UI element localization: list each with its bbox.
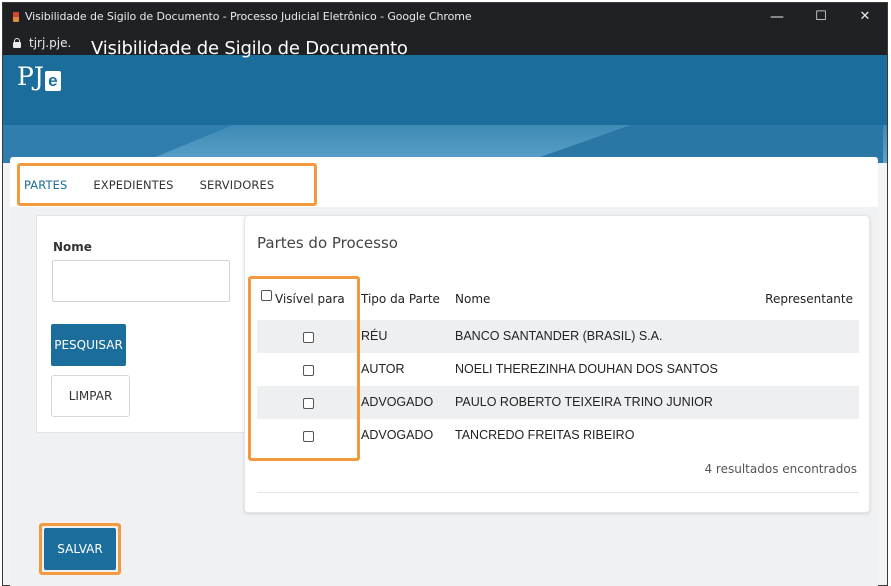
- app-header: PJ e: [3, 55, 887, 125]
- window-title: Visibilidade de Sigilo de Documento - Pr…: [25, 10, 472, 23]
- logo-e-text: e: [44, 71, 61, 91]
- lock-icon: [13, 37, 21, 48]
- visibility-column-highlight-box: [248, 276, 360, 461]
- browser-titlebar: Visibilidade de Sigilo de Documento - Pr…: [3, 3, 887, 30]
- name-label: Nome: [53, 240, 92, 254]
- column-header-representative: Representante: [765, 292, 853, 306]
- pje-logo: PJ e: [17, 62, 61, 96]
- url-text: tjrj.pje.: [29, 35, 72, 50]
- results-count: 4 resultados encontrados: [704, 462, 857, 476]
- maximize-button[interactable]: ☐: [799, 3, 843, 30]
- row-name: BANCO SANTANDER (BRASIL) S.A.: [455, 329, 663, 343]
- row-type: ADVOGADO: [361, 395, 434, 409]
- pje-favicon-icon: [13, 11, 19, 22]
- name-search-input[interactable]: [52, 260, 230, 302]
- search-button[interactable]: PESQUISAR: [51, 324, 126, 366]
- row-name: PAULO ROBERTO TEIXEIRA TRINO JUNIOR: [455, 395, 713, 409]
- page-title: Visibilidade de Sigilo de Documento: [91, 38, 408, 59]
- clear-button[interactable]: LIMPAR: [51, 375, 130, 417]
- window-controls: — ☐ ✕: [755, 3, 887, 30]
- tabs-highlight-box: [17, 163, 317, 206]
- close-button[interactable]: ✕: [843, 3, 887, 30]
- row-name: NOELI THEREZINHA DOUHAN DOS SANTOS: [455, 362, 718, 376]
- minimize-button[interactable]: —: [755, 3, 799, 30]
- row-type: RÉU: [361, 329, 388, 343]
- results-title: Partes do Processo: [257, 234, 398, 252]
- logo-pj-text: PJ: [17, 62, 44, 91]
- results-divider: [257, 492, 859, 493]
- row-type: ADVOGADO: [361, 428, 434, 442]
- row-name: TANCREDO FREITAS RIBEIRO: [455, 428, 635, 442]
- column-header-name: Nome: [455, 292, 491, 306]
- row-type: AUTOR: [361, 362, 405, 376]
- save-button-highlight-box: [39, 523, 121, 575]
- search-panel: Nome PESQUISAR LIMPAR: [36, 215, 258, 433]
- column-header-type: Tipo da Parte: [361, 292, 440, 306]
